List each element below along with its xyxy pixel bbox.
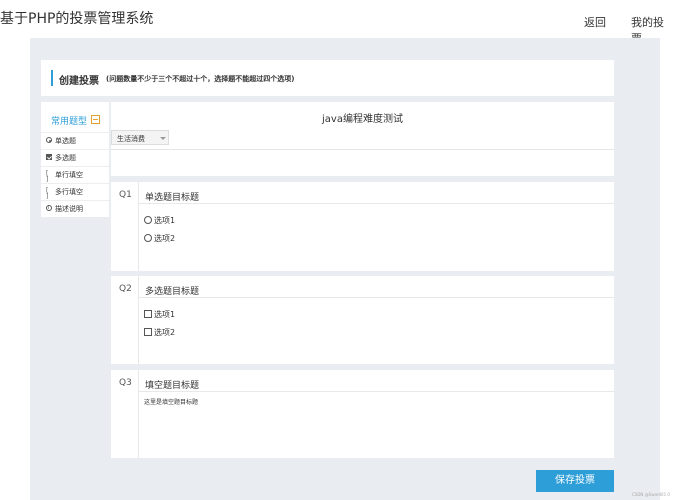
divider xyxy=(111,149,614,150)
question-title[interactable]: 单选题目标题 xyxy=(145,190,199,203)
back-link[interactable]: 返回 xyxy=(584,14,606,30)
radio-icon[interactable] xyxy=(144,216,152,224)
divider xyxy=(138,370,139,458)
checkbox-icon[interactable] xyxy=(144,328,152,336)
checkbox-icon[interactable] xyxy=(144,310,152,318)
sidebar-item-label: 单行填空 xyxy=(55,171,83,179)
page-hint: (问题数量不少于三个不超过十个，选择题不能超过四个选项) xyxy=(106,75,295,83)
divider xyxy=(138,276,139,364)
create-vote-header: 创建投票 (问题数量不少于三个不超过十个，选择题不能超过四个选项) xyxy=(41,60,614,96)
option-label: 选项1 xyxy=(154,216,176,225)
question-card-2[interactable]: Q2 多选题目标题 选项1 选项2 xyxy=(111,276,614,364)
checkbox-icon xyxy=(46,154,52,160)
question-title[interactable]: 填空题目标题 xyxy=(145,378,199,391)
radio-option[interactable]: 选项1 xyxy=(144,215,175,226)
category-row: 生活消费 xyxy=(111,130,614,176)
question-card-3[interactable]: Q3 填空题目标题 这里是填空题目标题 xyxy=(111,370,614,458)
sidebar-item-label: 多选题 xyxy=(55,154,76,162)
divider xyxy=(139,391,614,392)
category-select[interactable]: 生活消费 xyxy=(111,130,169,145)
multi-line-icon: [ ] xyxy=(46,187,49,200)
divider xyxy=(138,182,139,271)
checkbox-option[interactable]: 选项2 xyxy=(144,327,175,338)
survey-title-box[interactable]: java编程难度测试 xyxy=(111,102,614,130)
divider xyxy=(139,203,614,204)
option-label: 选项2 xyxy=(154,234,176,243)
question-title[interactable]: 多选题目标题 xyxy=(145,284,199,297)
radio-icon xyxy=(46,137,52,143)
sidebar-item-single-choice[interactable]: 单选题 xyxy=(41,132,109,149)
divider xyxy=(139,297,614,298)
radio-option[interactable]: 选项2 xyxy=(144,233,175,244)
sidebar-item-label: 描述说明 xyxy=(55,205,83,213)
sidebar-item-label: 多行填空 xyxy=(55,188,83,196)
sidebar-item-multiple-choice[interactable]: 多选题 xyxy=(41,149,109,166)
question-type-sidebar: 常用题型 单选题 多选题 [ ] 单行填空 [ ] 多行填空 描述说明 xyxy=(41,102,109,217)
option-label: 选项2 xyxy=(154,328,176,337)
question-number: Q1 xyxy=(119,190,132,200)
question-card-1[interactable]: Q1 单选题目标题 选项1 选项2 xyxy=(111,182,614,271)
sidebar-item-label: 单选题 xyxy=(55,137,76,145)
save-vote-button[interactable]: 保存投票 xyxy=(536,470,614,492)
sidebar-item-multi-line[interactable]: [ ] 多行填空 xyxy=(41,183,109,200)
info-icon xyxy=(46,205,52,211)
sidebar-item-single-line[interactable]: [ ] 单行填空 xyxy=(41,166,109,183)
checkbox-option[interactable]: 选项1 xyxy=(144,309,175,320)
fill-in-text[interactable]: 这里是填空题目标题 xyxy=(144,397,198,406)
chevron-down-icon xyxy=(160,137,166,140)
page-title: 创建投票 xyxy=(59,76,99,87)
header-accent-bar xyxy=(51,70,53,86)
sidebar-header: 常用题型 xyxy=(41,112,109,132)
sidebar-title: 常用题型 xyxy=(51,117,88,127)
question-number: Q2 xyxy=(119,284,132,294)
option-label: 选项1 xyxy=(154,310,176,319)
site-title: 基于PHP的投票管理系统 xyxy=(0,11,154,27)
radio-icon[interactable] xyxy=(144,234,152,242)
sidebar-item-description[interactable]: 描述说明 xyxy=(41,200,109,217)
category-value: 生活消费 xyxy=(117,135,145,143)
question-number: Q3 xyxy=(119,378,132,388)
single-line-icon: [ ] xyxy=(46,170,49,183)
survey-title: java编程难度测试 xyxy=(322,114,403,125)
collapse-icon[interactable] xyxy=(91,115,100,124)
watermark: CSDN @Sword01 0 xyxy=(632,492,670,497)
